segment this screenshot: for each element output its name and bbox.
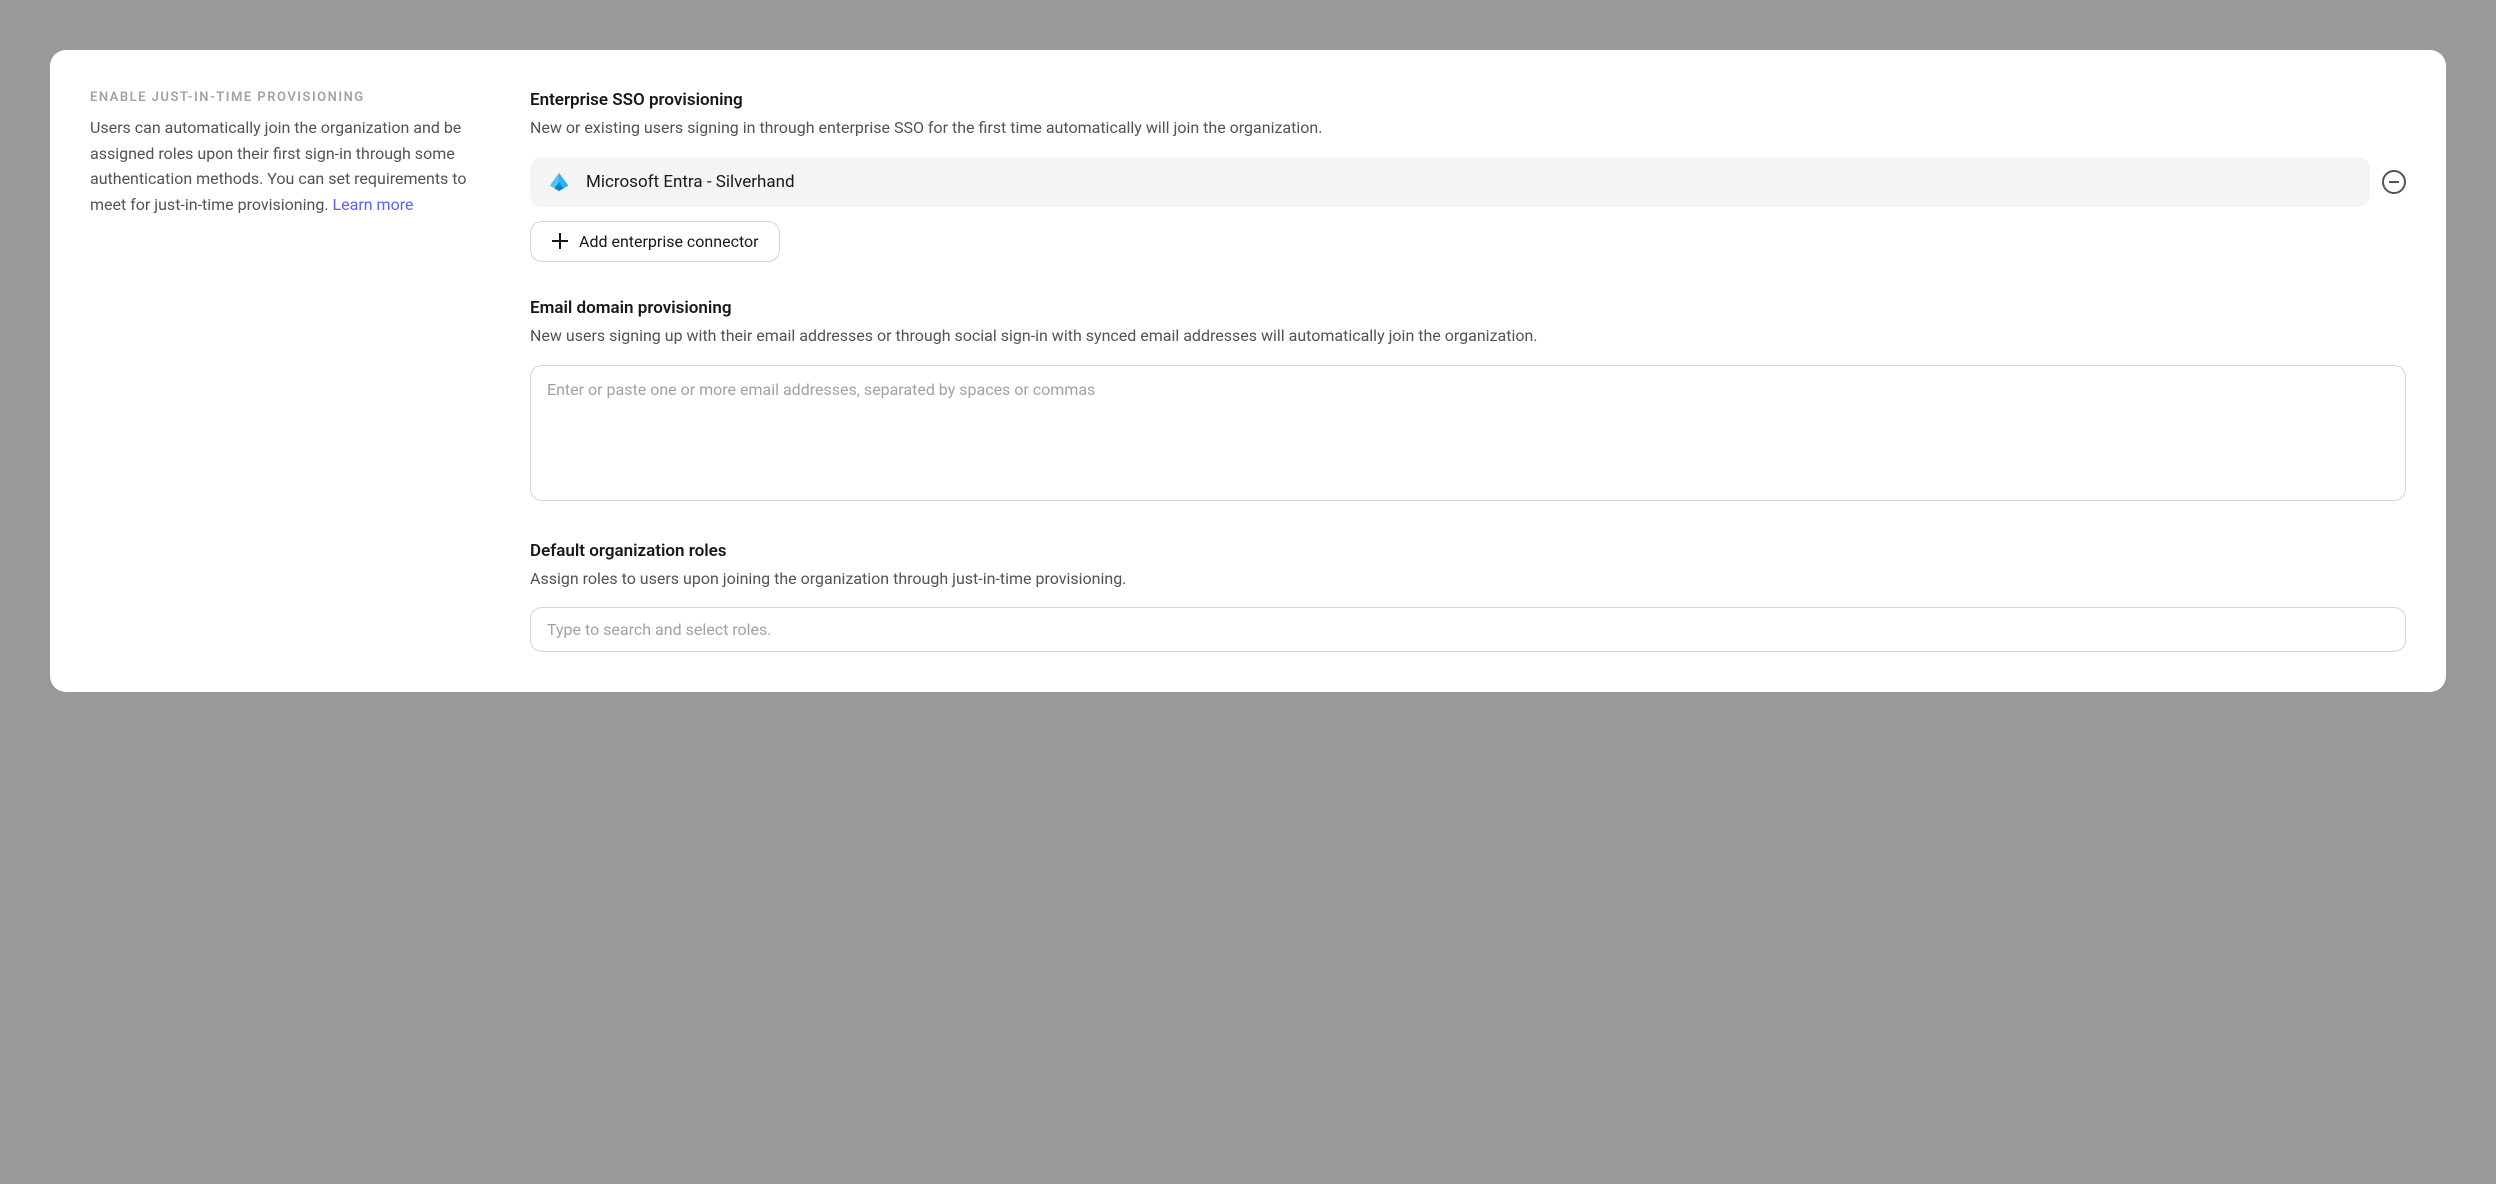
- connector-chip: Microsoft Entra - Silverhand: [530, 157, 2370, 207]
- main-content: Enterprise SSO provisioning New or exist…: [530, 90, 2406, 652]
- email-domain-input[interactable]: [530, 365, 2406, 501]
- connector-name: Microsoft Entra - Silverhand: [586, 172, 795, 192]
- sso-title: Enterprise SSO provisioning: [530, 90, 2406, 110]
- entra-icon: [548, 171, 570, 193]
- email-domain-title: Email domain provisioning: [530, 298, 2406, 318]
- plus-icon: [551, 232, 569, 250]
- settings-card: Enable Just-in-Time Provisioning Users c…: [50, 50, 2446, 692]
- sso-section: Enterprise SSO provisioning New or exist…: [530, 90, 2406, 262]
- section-label: Enable Just-in-Time Provisioning: [90, 90, 470, 105]
- roles-section: Default organization roles Assign roles …: [530, 541, 2406, 653]
- email-domain-section: Email domain provisioning New users sign…: [530, 298, 2406, 505]
- remove-connector-button[interactable]: [2382, 170, 2406, 194]
- sso-description: New or existing users signing in through…: [530, 116, 2406, 141]
- add-enterprise-connector-button[interactable]: Add enterprise connector: [530, 221, 780, 262]
- sidebar-info: Enable Just-in-Time Provisioning Users c…: [90, 90, 470, 652]
- email-domain-description: New users signing up with their email ad…: [530, 324, 2406, 349]
- roles-description: Assign roles to users upon joining the o…: [530, 567, 2406, 592]
- roles-title: Default organization roles: [530, 541, 2406, 561]
- learn-more-link[interactable]: Learn more: [333, 195, 414, 214]
- connector-row: Microsoft Entra - Silverhand: [530, 157, 2406, 207]
- section-description: Users can automatically join the organiz…: [90, 115, 470, 217]
- roles-search-input[interactable]: [530, 607, 2406, 652]
- add-button-label: Add enterprise connector: [579, 232, 759, 251]
- minus-icon: [2389, 181, 2399, 183]
